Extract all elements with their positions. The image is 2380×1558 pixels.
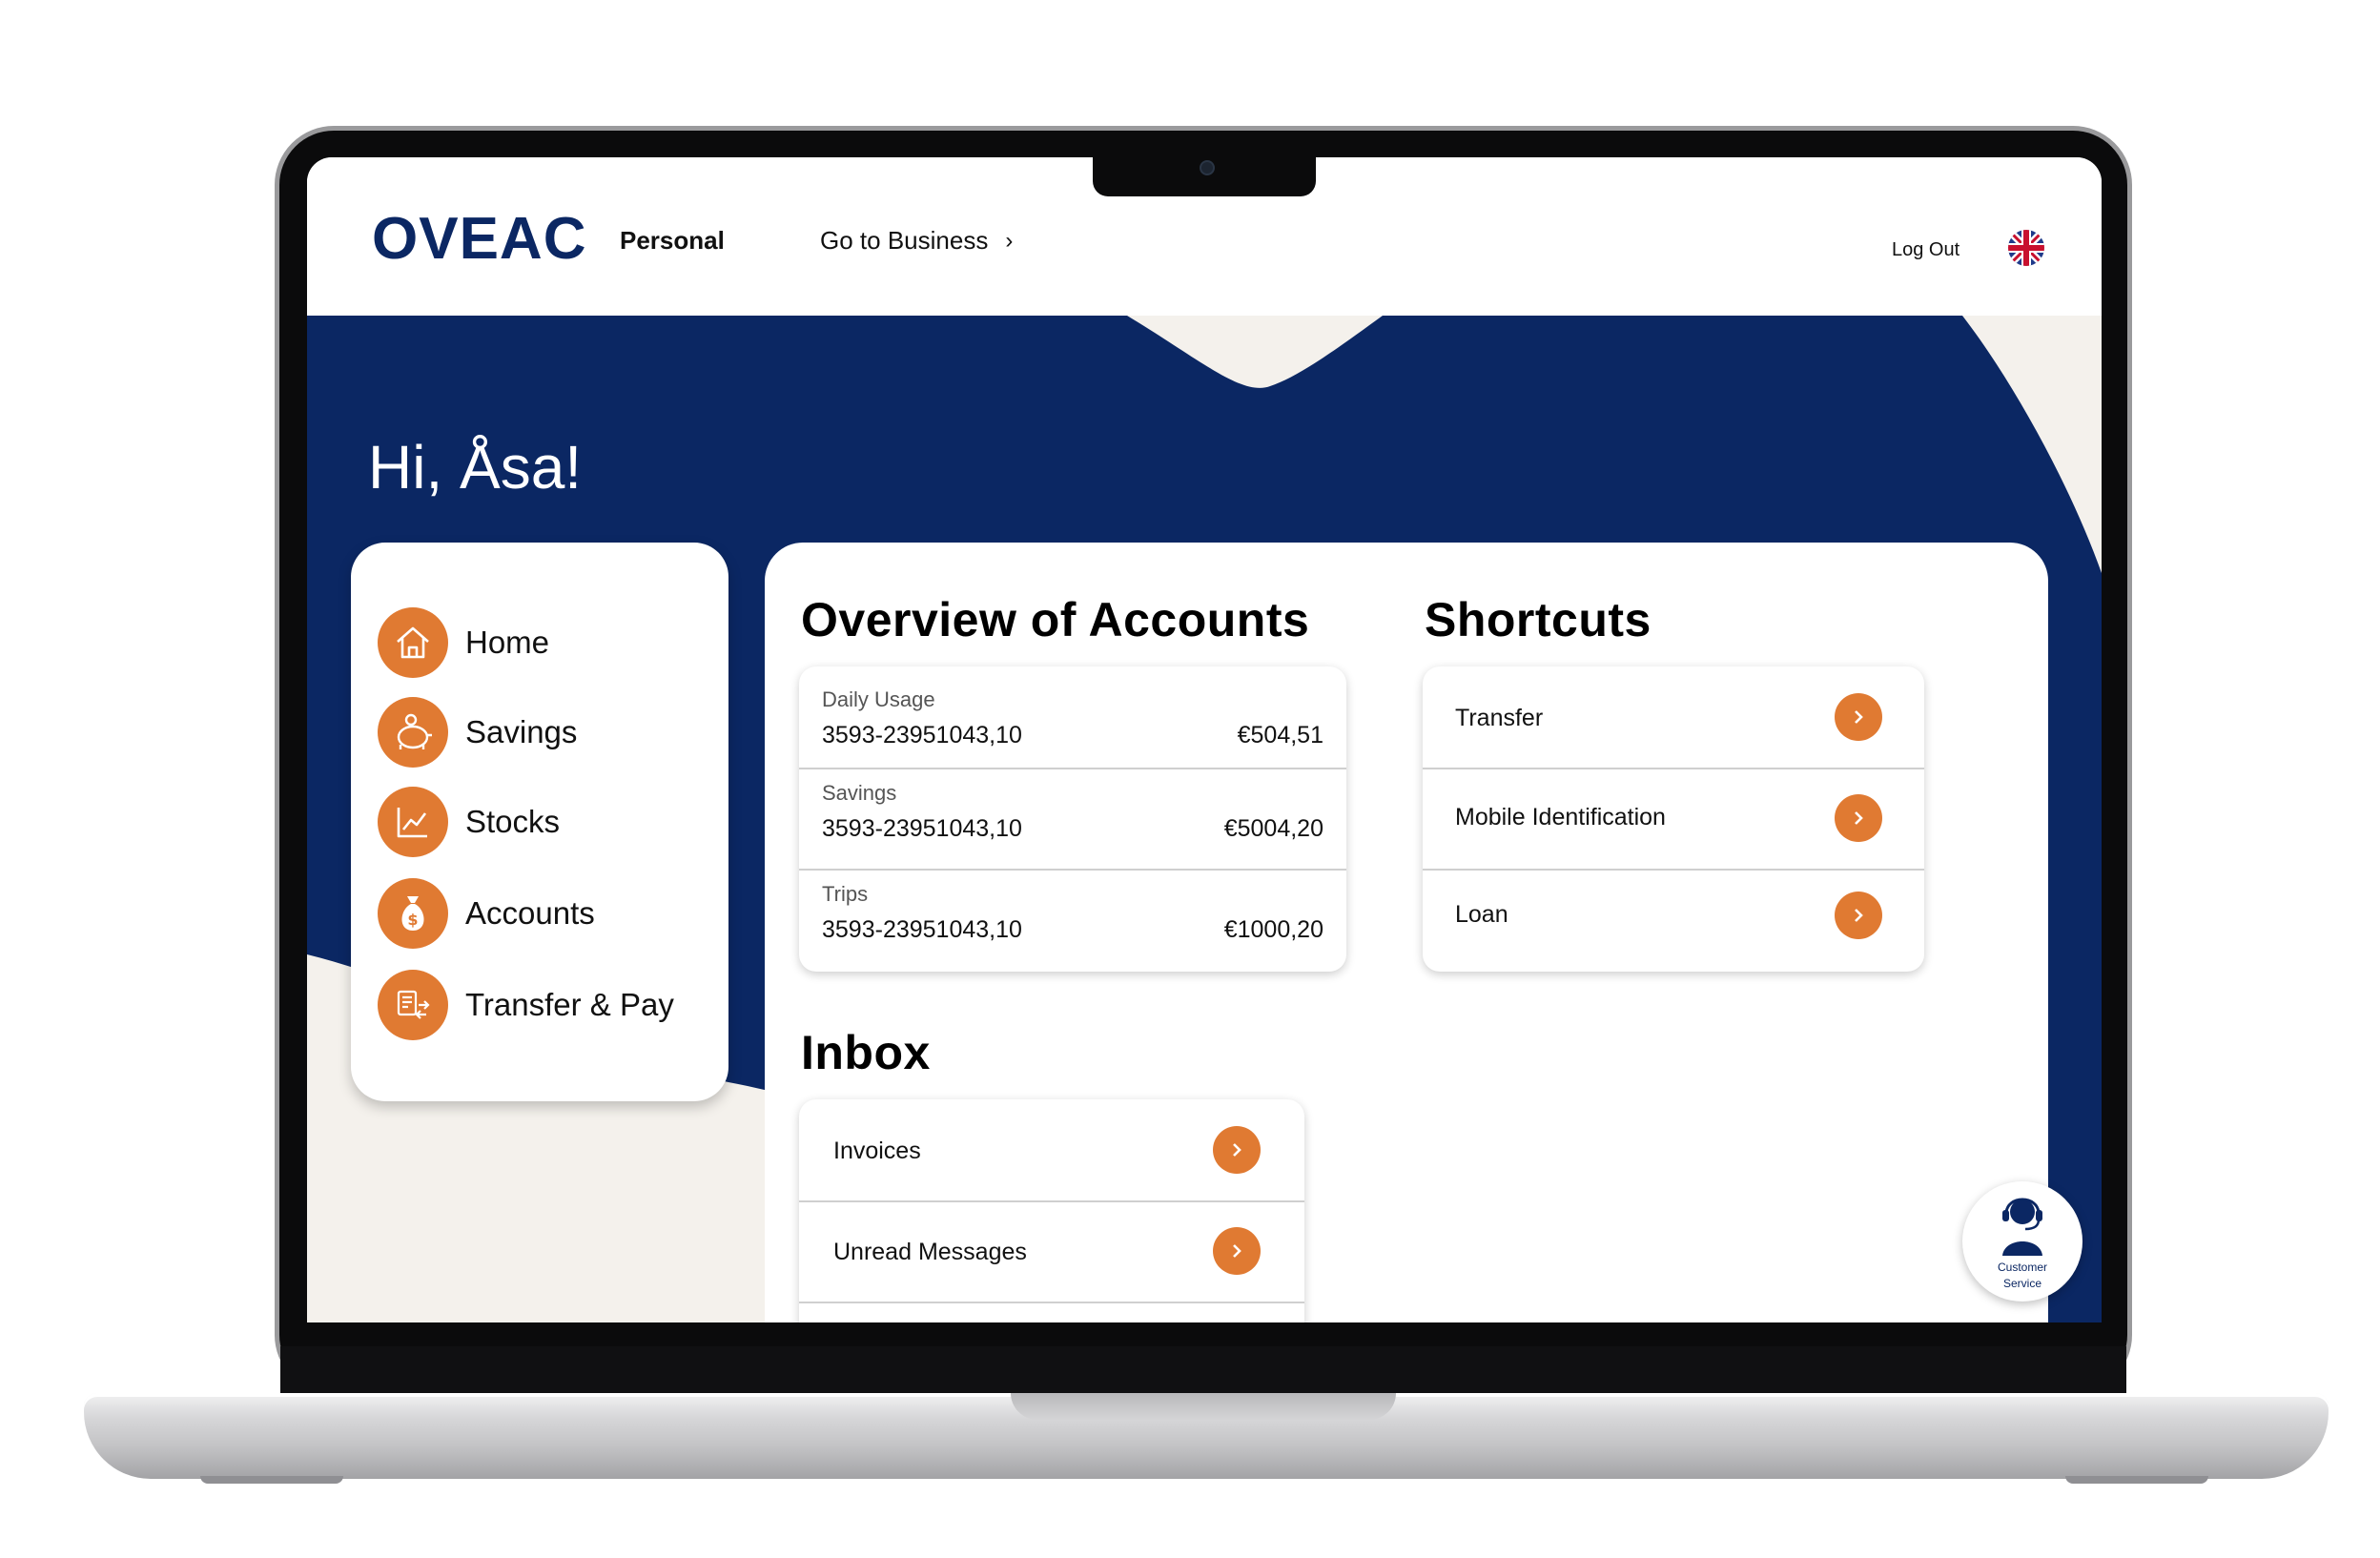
shortcuts-title: Shortcuts [1425,593,1652,646]
chevron-right-icon[interactable] [1835,794,1882,842]
headset-agent-icon [2002,1198,2042,1256]
shortcut-transfer[interactable]: Transfer [1423,666,1924,768]
inbox-unread-messages[interactable]: Unread Messages [799,1202,1304,1302]
sidebar-item-home[interactable]: Home [378,607,549,678]
greeting: Hi, Åsa! [368,433,583,502]
chevron-right-icon[interactable] [1835,892,1882,939]
nav-go-to-business[interactable]: Go to Business › [820,226,1013,256]
account-row[interactable]: Trips 3593-23951043,10 €1000,20 [799,871,1346,972]
piggy-bank-icon [378,697,448,768]
screen: OVEAC Personal Go to Business › Log Out [307,157,2102,1322]
customer-service-line-2: Service [2002,1277,2041,1290]
inbox-title: Inbox [801,1026,931,1079]
inbox-label: Invoices [833,1138,921,1164]
sidebar-item-label: Home [465,625,550,660]
nav-go-to-business-label: Go to Business [820,226,989,255]
shortcut-mobile-identification[interactable]: Mobile Identification [1423,769,1924,869]
account-number: 3593-23951043,10 [822,815,1022,842]
shortcut-loan[interactable]: Loan [1423,871,1924,972]
account-number: 3593-23951043,10 [822,722,1022,748]
customer-service-button[interactable]: Customer Service [1962,1181,2082,1302]
chevron-right-icon: › [1005,227,1014,254]
shortcut-label: Mobile Identification [1455,804,1666,830]
inbox-label: Unread Messages [833,1239,1027,1265]
uk-flag-icon[interactable] [2008,230,2044,266]
overview-title: Overview of Accounts [801,593,1310,646]
laptop-bezel-chin [280,1346,2126,1396]
chevron-right-icon[interactable] [1213,1126,1261,1174]
chevron-right-icon[interactable] [1835,693,1882,741]
customer-service-label: Customer Service [1962,1260,2082,1292]
account-name: Trips [822,882,869,906]
chevron-right-icon[interactable] [1213,1227,1261,1275]
account-name: Savings [822,781,897,805]
sidebar-item-stocks[interactable]: Stocks [378,787,560,857]
sidebar-item-transfer-pay[interactable]: Transfer & Pay [378,970,674,1040]
chart-line-icon [378,787,448,857]
sidebar-item-label: Accounts [465,895,595,931]
shortcut-label: Transfer [1455,705,1544,731]
sidebar: Home Savings Stocks $ Accounts Transfer … [351,543,728,1101]
accounts-card: Daily Usage 3593-23951043,10 €504,51 Sav… [799,666,1346,972]
account-balance: €504,51 [1237,722,1323,748]
account-row[interactable]: Savings 3593-23951043,10 €5004,20 [799,769,1346,869]
divider [799,1302,1304,1303]
account-number: 3593-23951043,10 [822,916,1022,943]
laptop-foot-left [200,1476,343,1484]
money-bag-icon: $ [378,878,448,949]
account-balance: €1000,20 [1223,916,1323,943]
customer-service-line-1: Customer [1997,1261,2047,1274]
sidebar-item-accounts[interactable]: $ Accounts [378,878,595,949]
shortcut-label: Loan [1455,901,1508,928]
main-panel: Overview of Accounts Daily Usage 3593-23… [765,543,2048,1322]
account-name: Daily Usage [822,687,935,711]
laptop-base-notch [1011,1393,1396,1420]
logout-link[interactable]: Log Out [1892,239,1959,261]
camera-icon [1200,160,1215,175]
svg-text:$: $ [407,911,418,929]
brand-logo: OVEAC [372,206,587,272]
sidebar-item-label: Transfer & Pay [465,987,674,1022]
nav-personal[interactable]: Personal [620,226,725,256]
shortcuts-card: Transfer Mobile Identification Loan [1423,666,1924,972]
sidebar-item-savings[interactable]: Savings [378,697,577,768]
transfer-pay-icon [378,970,448,1040]
inbox-card: Invoices Unread Messages [799,1099,1304,1322]
sidebar-item-label: Stocks [465,804,561,839]
account-row[interactable]: Daily Usage 3593-23951043,10 €504,51 [799,666,1346,768]
home-icon [378,607,448,678]
laptop-foot-right [2065,1476,2208,1484]
sidebar-item-label: Savings [465,714,578,749]
inbox-invoices[interactable]: Invoices [799,1099,1304,1200]
account-balance: €5004,20 [1223,815,1323,842]
